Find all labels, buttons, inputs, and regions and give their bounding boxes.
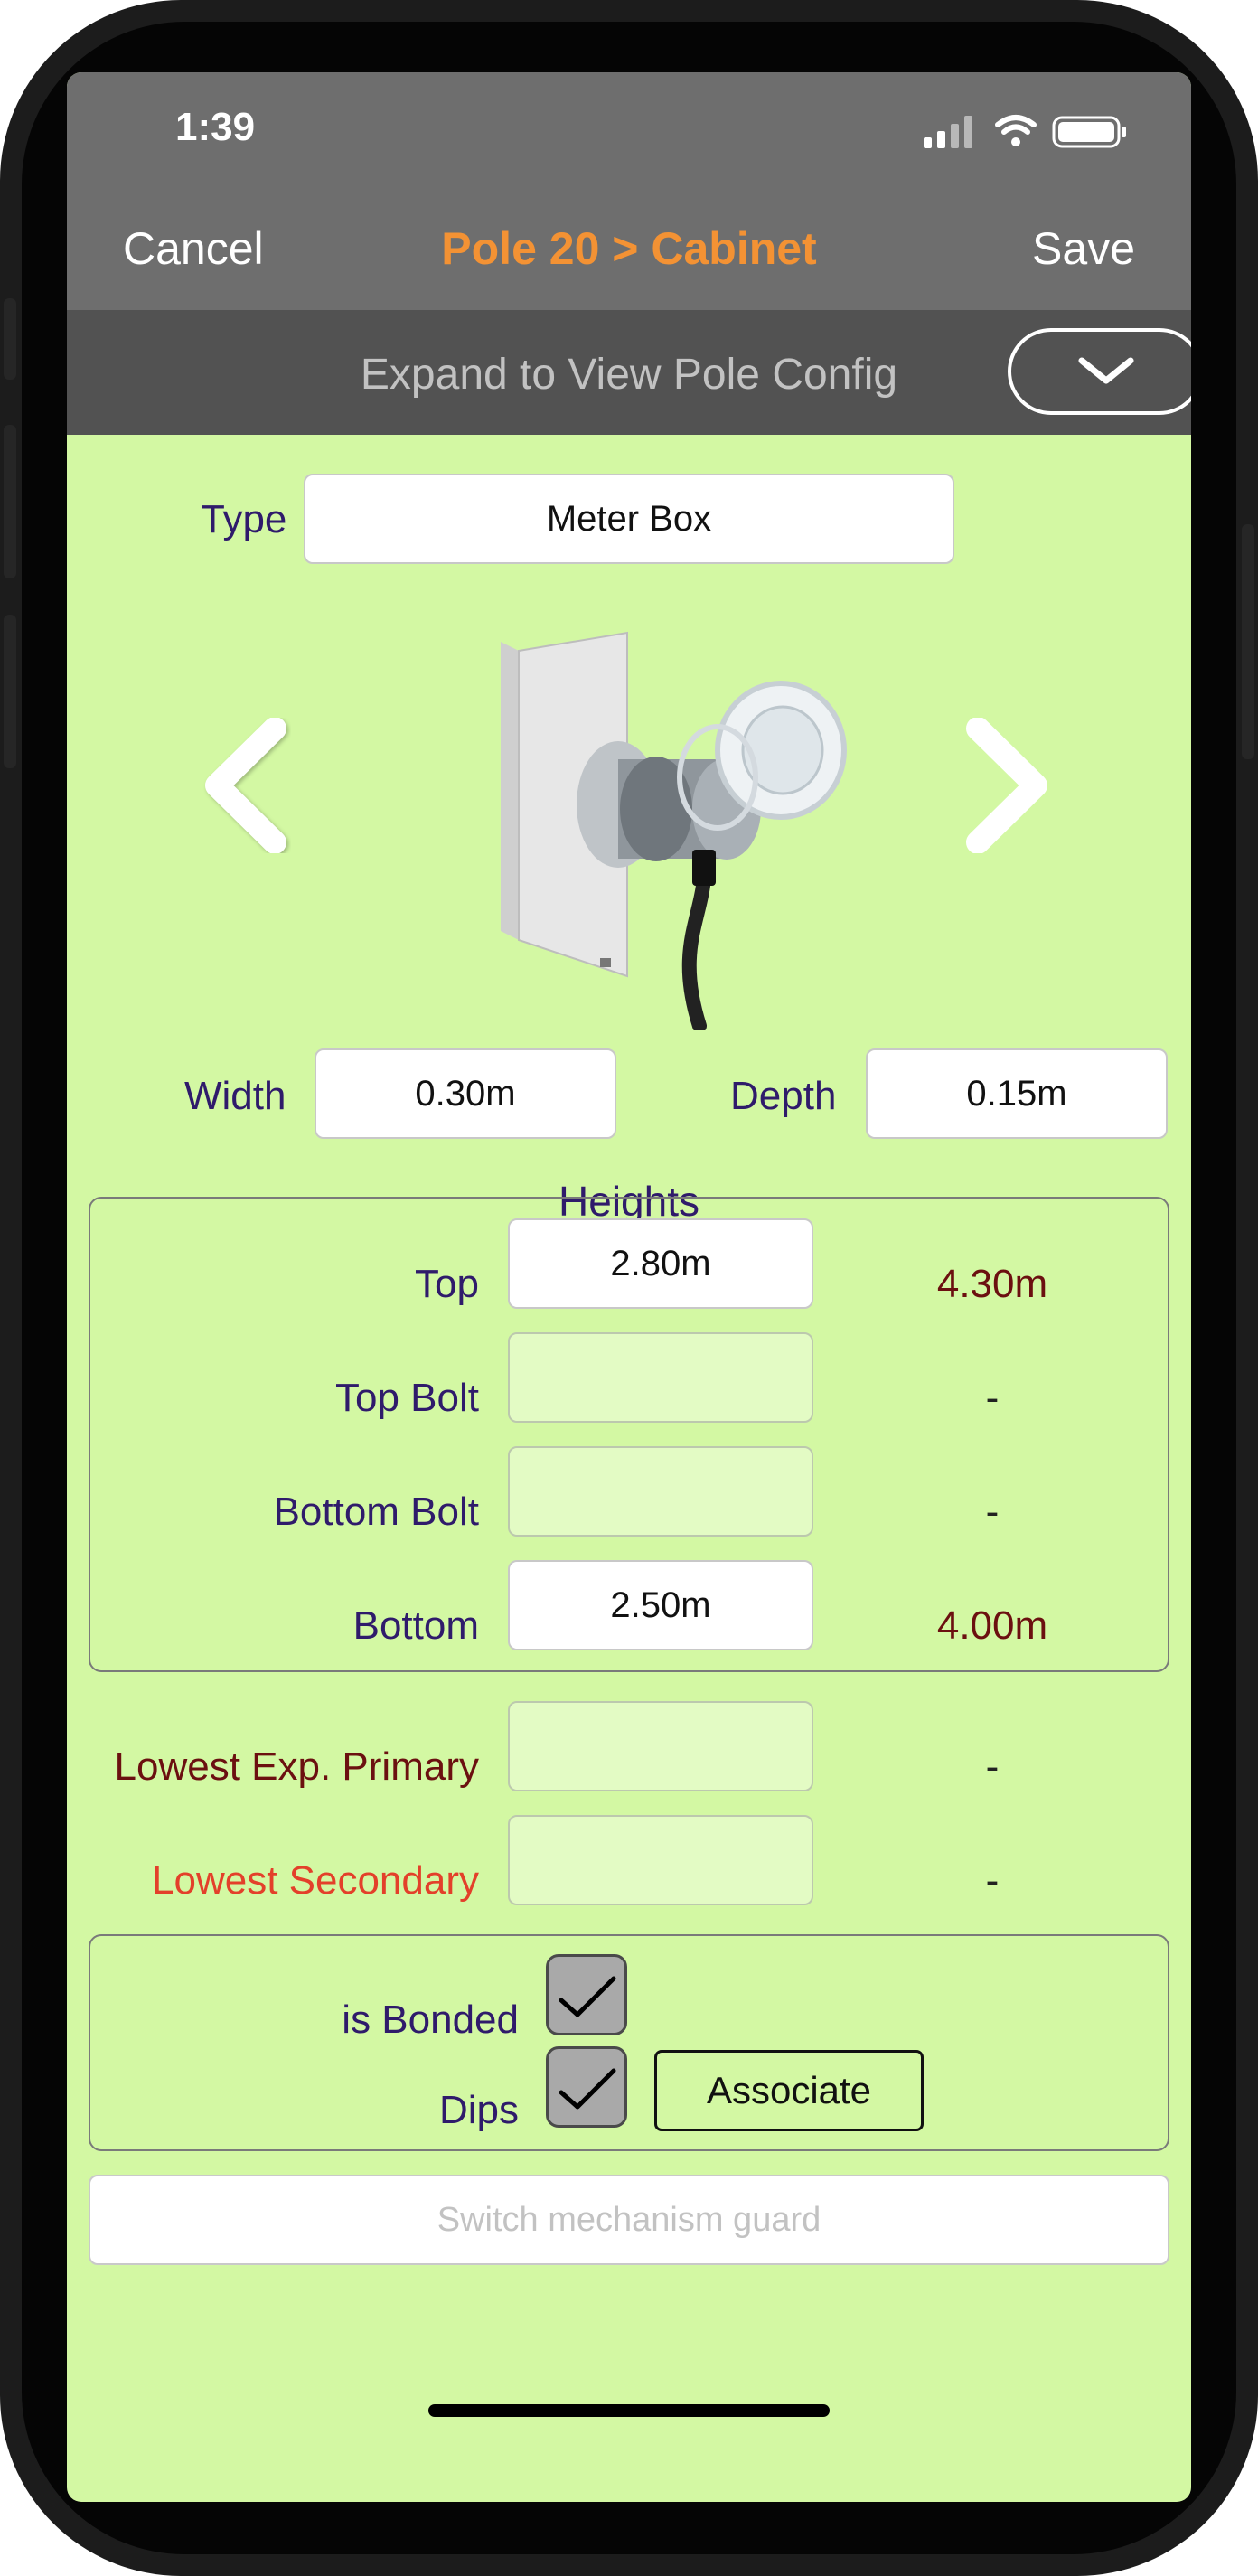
is-bonded-checkbox[interactable] [546, 1954, 627, 2035]
switch-mechanism-guard-field[interactable]: Switch mechanism guard [89, 2175, 1169, 2265]
status-time: 1:39 [175, 105, 256, 149]
top-bolt-field[interactable] [508, 1332, 813, 1423]
navigation-bar: 1:39 Cancel Pole 20 > Cabinet Save [67, 72, 1191, 310]
top-bolt-label: Top Bolt [335, 1376, 479, 1420]
volume-down-button [4, 615, 16, 768]
top-label: Top [415, 1262, 479, 1306]
width-label: Width [184, 1074, 286, 1118]
bottom-height-field[interactable]: 2.50m [508, 1560, 813, 1650]
top-total-height: 4.30m [936, 1262, 1048, 1306]
meter-box-image [501, 631, 847, 1030]
app-screen: 1:39 Cancel Pole 20 > Cabinet Save Expan… [67, 72, 1191, 2502]
home-indicator[interactable] [428, 2404, 830, 2417]
silent-switch [4, 298, 16, 380]
next-arrow-icon[interactable] [962, 718, 1052, 853]
lowest-secondary-label: Lowest Secondary [152, 1858, 479, 1903]
checkmark-icon [559, 1976, 616, 2017]
lowest-exp-primary-total: - [985, 1744, 1000, 1789]
volume-up-button [4, 425, 16, 578]
associate-button[interactable]: Associate [654, 2050, 924, 2131]
width-field[interactable]: 0.30m [314, 1048, 616, 1139]
checkmark-icon [559, 2068, 616, 2110]
top-height-field[interactable]: 2.80m [508, 1218, 813, 1309]
expand-pole-config-bar: Expand to View Pole Config [67, 310, 1191, 435]
type-selector[interactable]: Meter Box [304, 474, 954, 564]
expand-toggle-button[interactable] [1008, 328, 1191, 415]
power-button [1242, 524, 1254, 759]
depth-label: Depth [730, 1074, 837, 1118]
dips-checkbox[interactable] [546, 2046, 627, 2128]
lowest-secondary-field[interactable] [508, 1815, 813, 1905]
is-bonded-label: is Bonded [342, 1998, 519, 2042]
bottom-total-height: 4.00m [936, 1603, 1048, 1648]
phone-frame: 1:39 Cancel Pole 20 > Cabinet Save Expan… [0, 0, 1258, 2576]
status-icons [924, 112, 1131, 148]
lowest-secondary-total: - [985, 1858, 1000, 1903]
previous-arrow-icon[interactable] [201, 718, 291, 853]
bottom-bolt-label: Bottom Bolt [273, 1490, 479, 1534]
dips-label: Dips [438, 2088, 519, 2132]
page-title: Pole 20 > Cabinet [441, 223, 817, 274]
lowest-exp-primary-label: Lowest Exp. Primary [114, 1744, 479, 1789]
lowest-exp-primary-field[interactable] [508, 1701, 813, 1791]
save-button[interactable]: Save [1032, 222, 1135, 275]
status-indicators-icon [924, 115, 1126, 148]
bottom-bolt-total-height: - [985, 1490, 1000, 1534]
bottom-bolt-field[interactable] [508, 1446, 813, 1537]
top-bolt-total-height: - [985, 1376, 1000, 1420]
type-label: Type [201, 497, 287, 541]
chevron-down-icon [1078, 357, 1134, 384]
depth-field[interactable]: 0.15m [866, 1048, 1168, 1139]
bottom-label: Bottom [352, 1603, 479, 1648]
